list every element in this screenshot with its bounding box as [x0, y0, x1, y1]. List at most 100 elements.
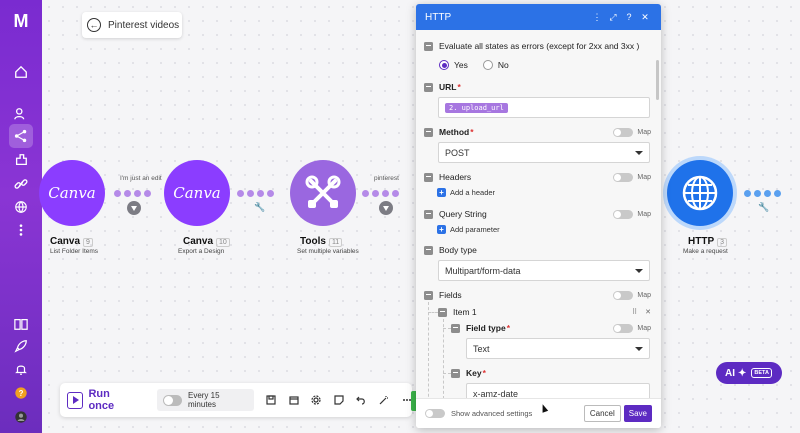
team-icon[interactable]: [9, 102, 33, 126]
show-advanced-label[interactable]: Show advanced settings: [451, 409, 532, 418]
collapse-icon[interactable]: [438, 307, 447, 317]
arrow-left-icon[interactable]: ←: [87, 18, 101, 32]
radio-no[interactable]: [482, 60, 493, 70]
module-canva-export[interactable]: Canva: [164, 160, 230, 226]
collapse-icon[interactable]: [424, 245, 433, 255]
drag-handle-icon[interactable]: ⠿: [632, 308, 637, 316]
module-subtitle: List Folder Items: [50, 248, 99, 255]
query-string-row: Query String Map: [424, 209, 651, 219]
home-icon[interactable]: [9, 60, 33, 84]
rocket-icon[interactable]: [9, 334, 33, 358]
collapse-icon[interactable]: [424, 82, 433, 92]
help-icon[interactable]: ?: [9, 381, 33, 405]
connection-dot: [144, 190, 151, 197]
connection-label[interactable]: pinterest: [374, 175, 399, 182]
docs-icon[interactable]: [9, 312, 33, 336]
method-row: Method* Map: [424, 127, 651, 137]
ai-assistant-button[interactable]: AI ✦ BETA: [716, 362, 782, 384]
schedule-control[interactable]: Every 15 minutes: [156, 389, 254, 411]
fields-row: Fields Map: [424, 290, 651, 300]
collapse-icon[interactable]: [451, 323, 460, 333]
wrench-icon[interactable]: 🔧: [254, 202, 265, 213]
tools-icon: [305, 175, 341, 208]
magic-wand-icon[interactable]: [379, 395, 390, 406]
field-type-row: Field type* Map: [451, 323, 651, 333]
add-parameter-button[interactable]: + Add parameter: [437, 225, 500, 234]
scrollbar[interactable]: [656, 60, 659, 100]
collapse-icon[interactable]: [424, 290, 433, 300]
plus-icon: +: [437, 188, 446, 197]
url-input[interactable]: 2. upload_url: [438, 97, 650, 118]
item-1-row: Item 1 ⠿ ✕: [438, 307, 651, 317]
notes-icon[interactable]: [333, 395, 344, 406]
connection-dot: [754, 190, 761, 197]
filter-icon[interactable]: [379, 201, 393, 215]
sparkle-icon: ✦: [738, 367, 747, 379]
scenarios-icon[interactable]: [9, 124, 33, 148]
collapse-icon[interactable]: [451, 368, 460, 378]
connection-dot: [124, 190, 131, 197]
module-subtitle: Set multiple variables: [297, 248, 359, 255]
map-toggle[interactable]: [613, 209, 634, 219]
map-toggle-group: Map: [613, 323, 651, 333]
expand-icon[interactable]: ⤢: [606, 12, 620, 23]
scheduling-icon[interactable]: [288, 395, 299, 406]
save-button[interactable]: Save: [623, 405, 652, 422]
module-http[interactable]: [667, 160, 733, 226]
settings-icon[interactable]: [311, 395, 322, 406]
canva-logo: Canva: [48, 184, 96, 202]
panel-body[interactable]: Evaluate all states as errors (except fo…: [416, 30, 661, 398]
undo-icon[interactable]: [356, 395, 367, 406]
map-toggle[interactable]: [613, 290, 634, 300]
map-toggle[interactable]: [613, 127, 634, 137]
module-subtitle: Make a request: [683, 248, 728, 255]
connection-dot: [134, 190, 141, 197]
schedule-toggle[interactable]: [162, 394, 182, 406]
map-toggle[interactable]: [613, 323, 634, 333]
url-variable-pill[interactable]: 2. upload_url: [445, 102, 508, 113]
save-icon[interactable]: [266, 395, 277, 406]
collapse-icon[interactable]: [424, 209, 433, 219]
connection-dot: [114, 190, 121, 197]
module-tools[interactable]: [290, 160, 356, 226]
play-icon: [67, 391, 84, 409]
cancel-button[interactable]: Cancel: [583, 405, 621, 422]
field-type-select[interactable]: Text: [466, 338, 650, 359]
templates-icon[interactable]: [9, 148, 33, 172]
run-once-button[interactable]: Run once: [67, 388, 137, 412]
filter-icon[interactable]: [127, 201, 141, 215]
collapse-icon[interactable]: [424, 172, 433, 182]
breadcrumb: ← Pinterest videos: [82, 12, 182, 38]
collapse-icon[interactable]: [424, 127, 433, 137]
map-toggle[interactable]: [613, 172, 634, 182]
method-select[interactable]: POST: [438, 142, 650, 163]
map-toggle-group: Map: [613, 290, 651, 300]
url-row: URL*: [424, 82, 651, 92]
help-icon[interactable]: ?: [622, 12, 636, 22]
advanced-settings-toggle[interactable]: [425, 409, 445, 418]
make-logo[interactable]: M: [10, 12, 32, 30]
close-icon[interactable]: ✕: [638, 12, 652, 23]
profile-icon[interactable]: [9, 405, 33, 429]
globe-icon[interactable]: [9, 195, 33, 219]
chevron-down-icon: [635, 268, 643, 273]
scenario-title[interactable]: Pinterest videos: [108, 20, 179, 31]
body-type-select[interactable]: Multipart/form-data: [438, 260, 650, 281]
more-icon[interactable]: ⋮: [590, 12, 604, 23]
module-title: Canva 10: [183, 236, 230, 247]
wrench-icon[interactable]: 🔧: [758, 202, 769, 213]
globe-icon: [682, 175, 718, 211]
collapse-icon[interactable]: [424, 41, 433, 51]
more-icon[interactable]: [9, 218, 33, 242]
connection-dot: [362, 190, 369, 197]
module-canva-list[interactable]: Canva: [39, 160, 105, 226]
key-input[interactable]: x-amz-date: [466, 383, 650, 398]
radio-yes[interactable]: [439, 60, 449, 70]
connections-icon[interactable]: [9, 172, 33, 196]
bell-icon[interactable]: [9, 357, 33, 381]
connection-dot: [247, 190, 254, 197]
delete-item-icon[interactable]: ✕: [645, 308, 651, 316]
connection-label[interactable]: I'm just an edit: [120, 175, 162, 182]
svg-text:?: ?: [19, 389, 24, 398]
add-header-button[interactable]: + Add a header: [437, 188, 495, 197]
